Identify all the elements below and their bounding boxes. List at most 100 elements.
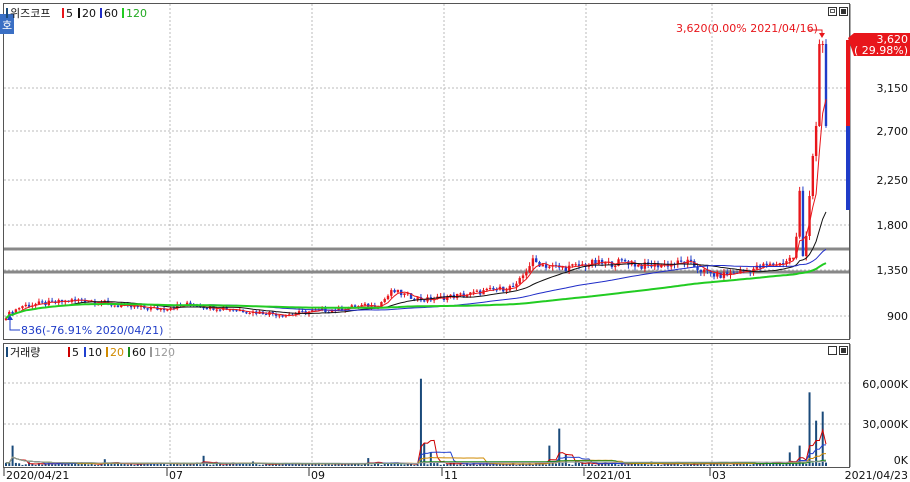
volume-bar bbox=[18, 463, 21, 466]
price-panel-frame bbox=[3, 3, 850, 340]
candle-body bbox=[518, 278, 521, 284]
price-gridlines bbox=[4, 4, 849, 339]
volume-moving-averages bbox=[6, 428, 827, 465]
candle-body bbox=[116, 305, 120, 307]
candle-body bbox=[808, 196, 811, 236]
volume-bar bbox=[456, 464, 459, 466]
ytick: 900 bbox=[887, 310, 908, 323]
candle-body bbox=[492, 287, 495, 290]
volume-bar bbox=[60, 464, 63, 466]
volume-bar bbox=[594, 465, 597, 466]
stock-chart: 호 위즈코프 5 20 60 120 거래량 5 10 20 60 120 3,… bbox=[0, 3, 910, 482]
ytick: 60,000K bbox=[862, 378, 908, 391]
candle-body bbox=[712, 273, 716, 277]
candle-body bbox=[133, 305, 136, 308]
candle-body bbox=[383, 299, 386, 303]
legend-ma5: 5 bbox=[66, 7, 73, 20]
volume-bar bbox=[755, 463, 758, 466]
candle-body bbox=[50, 300, 54, 302]
volume-bar bbox=[571, 464, 574, 466]
volume-bar bbox=[792, 463, 795, 466]
candle-body bbox=[17, 308, 21, 310]
price-panel-controls[interactable] bbox=[828, 7, 848, 16]
vma120-line bbox=[6, 456, 827, 464]
volume-bar bbox=[84, 463, 87, 466]
volume-bar bbox=[255, 463, 258, 466]
candle-body bbox=[423, 300, 426, 302]
candle-body bbox=[215, 309, 218, 311]
xtick: 03 bbox=[712, 469, 726, 482]
candle-body bbox=[805, 236, 808, 256]
volume-bar bbox=[584, 464, 587, 466]
volume-bar bbox=[54, 464, 57, 466]
maximize-icon[interactable] bbox=[828, 7, 837, 16]
volume-bar bbox=[637, 463, 640, 466]
volume-bar bbox=[205, 463, 208, 466]
candle-body bbox=[814, 126, 818, 156]
volume-bar bbox=[462, 464, 465, 466]
volume-bar bbox=[633, 463, 636, 466]
candle-body bbox=[571, 264, 574, 266]
stock-name: 위즈코프 bbox=[10, 7, 50, 20]
volume-bar bbox=[307, 464, 310, 466]
current-price-tag: 3,620 ( 29.98%) bbox=[848, 33, 910, 57]
volume-bar bbox=[647, 464, 650, 466]
candle-body bbox=[166, 309, 169, 311]
volume-bar bbox=[663, 464, 666, 466]
candle-body bbox=[525, 271, 528, 276]
candle-body bbox=[818, 44, 821, 126]
volume-panel-controls[interactable] bbox=[828, 346, 848, 355]
volume-bar bbox=[93, 464, 96, 466]
volume-legend: 거래량 5 10 20 60 120 bbox=[6, 346, 175, 359]
volume-bar bbox=[11, 445, 14, 466]
ytick: 2,700 bbox=[877, 125, 909, 138]
volume-bar bbox=[805, 463, 808, 466]
candle-body bbox=[528, 266, 531, 272]
volume-bar bbox=[380, 464, 383, 466]
volume-bar bbox=[696, 464, 699, 466]
candle-body bbox=[281, 315, 284, 317]
candle-body bbox=[567, 265, 571, 271]
ma20-line bbox=[5, 211, 827, 319]
ytick: 1,800 bbox=[877, 219, 909, 232]
volume-bar bbox=[686, 464, 689, 466]
volume-bar bbox=[446, 464, 449, 466]
candle-body bbox=[574, 264, 577, 266]
ytick: 30,000K bbox=[862, 418, 908, 431]
volume-bar bbox=[261, 464, 264, 466]
volume-bar bbox=[545, 464, 548, 466]
volume-bar bbox=[788, 452, 791, 466]
price-legend: 위즈코프 5 20 60 120 bbox=[6, 7, 147, 20]
volume-bar bbox=[258, 464, 261, 466]
volume-name: 거래량 bbox=[10, 346, 40, 359]
volume-bar bbox=[199, 464, 202, 466]
volume-bar bbox=[97, 465, 100, 466]
candle-body bbox=[248, 312, 251, 314]
xtick: 11 bbox=[444, 469, 458, 482]
candle-body bbox=[21, 306, 24, 309]
volume-bar bbox=[574, 462, 577, 466]
volume-bar bbox=[403, 464, 406, 466]
candle-body bbox=[623, 259, 627, 262]
volume-bar bbox=[818, 462, 821, 466]
vma10-line bbox=[6, 444, 827, 465]
candle-body bbox=[24, 304, 27, 307]
candle-body bbox=[637, 264, 640, 267]
candle-body bbox=[146, 308, 149, 310]
volume-bar bbox=[568, 463, 571, 466]
volume-bar bbox=[202, 455, 205, 466]
vma5-line bbox=[6, 428, 827, 465]
volume-bar bbox=[459, 463, 462, 466]
last-candle-down bbox=[846, 126, 850, 210]
volume-bar bbox=[110, 463, 113, 466]
candle-body bbox=[544, 264, 548, 268]
candle-body bbox=[390, 290, 393, 296]
volume-bar bbox=[782, 464, 785, 466]
volume-gridlines bbox=[4, 344, 849, 467]
moving-averages bbox=[5, 99, 827, 320]
volume-bar bbox=[426, 464, 429, 466]
volume-bar bbox=[683, 464, 686, 466]
maximize-icon[interactable] bbox=[828, 346, 837, 355]
candle-body bbox=[755, 265, 759, 269]
volume-bar bbox=[413, 465, 416, 466]
